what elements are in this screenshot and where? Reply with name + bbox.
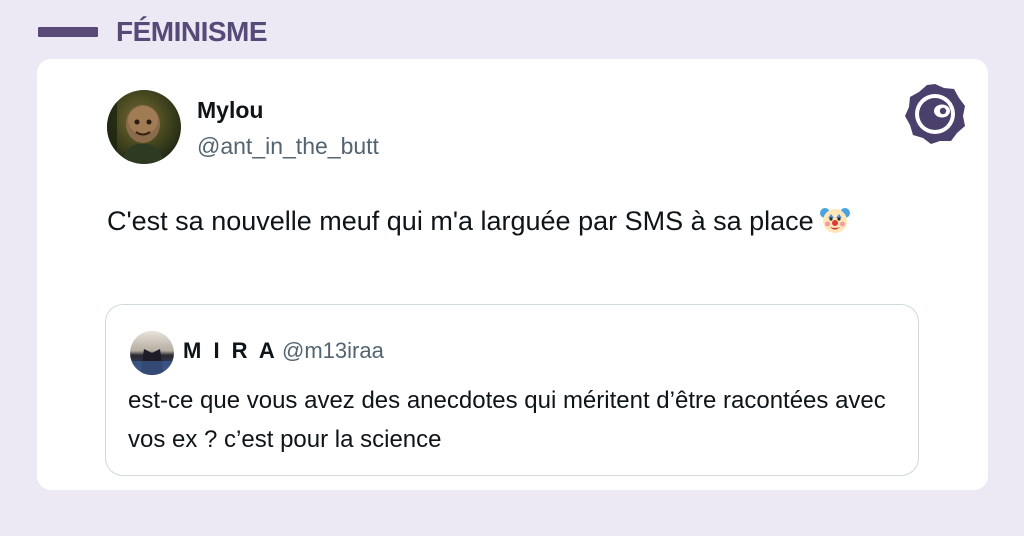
author-handle[interactable]: @ant_in_the_butt <box>197 133 379 160</box>
tweet-card: Mylou @ant_in_the_butt C'est sa nouvelle… <box>37 59 988 490</box>
quoted-author-avatar[interactable] <box>130 331 174 375</box>
brand-logo-icon[interactable] <box>902 81 968 147</box>
quoted-avatar-image <box>130 349 174 375</box>
tweet-text-content: C'est sa nouvelle meuf qui m'a larguée p… <box>107 206 814 236</box>
author-name[interactable]: Mylou <box>197 97 263 124</box>
clown-face-icon <box>819 204 850 234</box>
tweet-text: C'est sa nouvelle meuf qui m'a larguée p… <box>107 199 887 243</box>
quoted-author-handle[interactable]: @m13iraa <box>282 338 384 364</box>
category-header: FÉMINISME <box>38 14 268 50</box>
quoted-tweet-text: est-ce que vous avez des anecdotes qui m… <box>128 387 886 453</box>
quoted-author-name[interactable]: M I R A <box>183 338 278 364</box>
category-bar <box>38 27 98 37</box>
category-label[interactable]: FÉMINISME <box>116 16 268 48</box>
author-avatar[interactable] <box>107 90 181 164</box>
avatar-image <box>107 90 165 164</box>
quoted-tweet[interactable]: M I R A @m13iraa est-ce que vous avez de… <box>105 304 919 476</box>
